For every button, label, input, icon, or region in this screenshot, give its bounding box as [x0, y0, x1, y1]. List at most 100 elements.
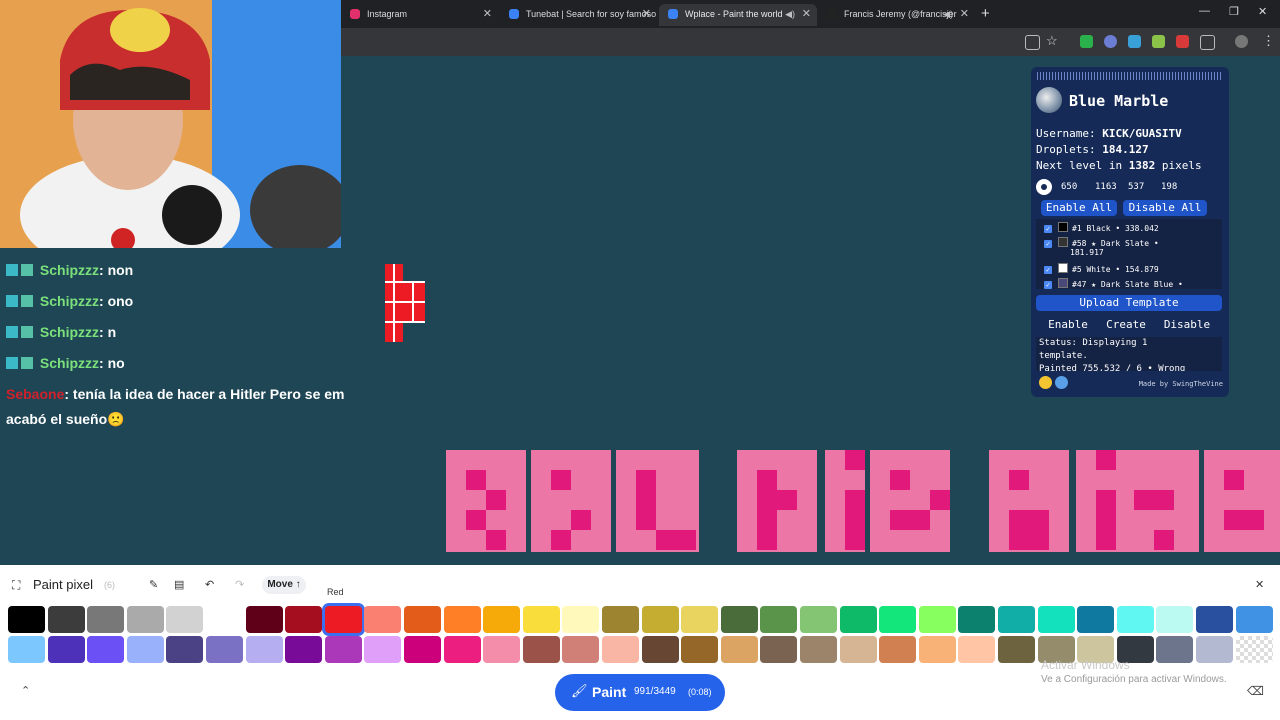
color-swatch[interactable]	[443, 606, 481, 633]
color-swatch[interactable]	[641, 636, 679, 663]
close-icon[interactable]: ✕	[1255, 578, 1264, 591]
coord-tile-y[interactable]: 1163	[1095, 182, 1117, 192]
color-row[interactable]: ✓ #47 ★ Dark Slate Blue •	[1044, 278, 1183, 289]
color-swatch[interactable]	[324, 606, 362, 633]
close-icon[interactable]: ✕	[960, 4, 969, 24]
color-swatch[interactable]	[602, 606, 639, 633]
extension-icon[interactable]	[1080, 35, 1093, 48]
pin-icon[interactable]	[1036, 179, 1052, 195]
extension-icon[interactable]	[1152, 35, 1165, 48]
disable-button[interactable]: Disable	[1158, 317, 1216, 333]
color-swatch[interactable]	[166, 606, 204, 633]
template-pixel-cluster[interactable]	[383, 262, 428, 346]
coffee-icon[interactable]	[1039, 376, 1052, 389]
extension-icon[interactable]	[1128, 35, 1141, 48]
color-swatch[interactable]	[918, 636, 956, 663]
tab-instagram[interactable]: Instagram ✕	[341, 4, 498, 26]
close-icon[interactable]: ✕	[483, 4, 492, 24]
coord-pixel-y[interactable]: 198	[1161, 182, 1177, 192]
color-swatch[interactable]	[879, 636, 917, 663]
color-swatch[interactable]	[285, 606, 323, 633]
checkbox[interactable]: ✓	[1044, 225, 1052, 233]
color-swatch[interactable]	[324, 636, 362, 663]
close-icon[interactable]: ✕	[642, 4, 651, 24]
checkbox[interactable]: ✓	[1044, 266, 1052, 274]
color-swatch[interactable]	[879, 606, 917, 633]
tab-tunebat[interactable]: Tunebat | Search for soy famoso ✕	[500, 4, 657, 26]
color-filter-list[interactable]: ✓ #1 Black • 338.042 ✓ #58 ★ Dark Slate • …	[1036, 219, 1222, 289]
color-swatch[interactable]	[918, 606, 956, 633]
color-swatch[interactable]	[483, 636, 521, 663]
template-icon[interactable]: ▤	[174, 578, 184, 591]
color-swatch[interactable]	[8, 636, 45, 663]
color-swatch[interactable]	[681, 636, 719, 663]
color-row[interactable]: ✓ #5 White • 154.879	[1044, 263, 1159, 274]
color-swatch[interactable]	[166, 636, 204, 663]
extension-icon[interactable]	[1176, 35, 1189, 48]
color-swatch[interactable]	[126, 606, 164, 633]
color-swatch[interactable]	[364, 606, 402, 633]
paint-button[interactable]: 🖌 Paint 991/3449 (0:08)	[555, 674, 725, 711]
color-swatch[interactable]	[1116, 606, 1154, 633]
expand-icon[interactable]: ⛶	[12, 578, 20, 593]
collapse-chevron-icon[interactable]: ⌃	[21, 684, 30, 697]
profile-avatar[interactable]	[1235, 35, 1248, 48]
close-icon[interactable]: ✕	[802, 4, 811, 24]
color-swatch[interactable]	[8, 606, 45, 633]
coord-tile-x[interactable]: 650	[1061, 182, 1077, 192]
bookmark-star-icon[interactable]: ☆	[1046, 33, 1058, 49]
disable-all-button[interactable]: Disable All	[1123, 200, 1207, 216]
color-swatch[interactable]	[87, 606, 125, 633]
extensions-puzzle-icon[interactable]	[1200, 35, 1215, 50]
color-swatch[interactable]	[47, 606, 85, 633]
color-row[interactable]: ✓ #1 Black • 338.042	[1044, 222, 1159, 233]
new-tab-button[interactable]: +	[981, 5, 990, 22]
color-swatch[interactable]	[443, 636, 481, 663]
color-swatch[interactable]	[206, 636, 243, 663]
enable-button[interactable]: Enable	[1043, 317, 1093, 333]
redo-icon[interactable]: ↷	[235, 578, 244, 591]
color-swatch[interactable]	[1235, 606, 1273, 633]
create-button[interactable]: Create	[1101, 317, 1151, 333]
enable-all-button[interactable]: Enable All	[1041, 200, 1117, 216]
window-close-icon[interactable]: ✕	[1258, 5, 1267, 18]
color-swatch[interactable]	[839, 606, 877, 633]
chat-username[interactable]: Schipzzz	[40, 355, 99, 371]
move-button[interactable]: Move ↑	[262, 576, 306, 594]
color-swatch[interactable]	[364, 636, 402, 663]
color-swatch[interactable]	[1196, 606, 1233, 633]
color-swatch[interactable]	[206, 606, 243, 633]
tab-francis[interactable]: Francis Jeremy (@francisjer ◀) ✕	[818, 4, 975, 26]
color-swatch[interactable]	[998, 636, 1035, 663]
speaker-icon[interactable]: ◀)	[943, 4, 953, 24]
color-swatch[interactable]	[681, 606, 719, 633]
color-row[interactable]: ✓ #58 ★ Dark Slate •	[1044, 237, 1159, 248]
chat-username[interactable]: Schipzzz	[40, 262, 99, 278]
color-swatch[interactable]	[839, 636, 877, 663]
color-swatch[interactable]	[404, 636, 441, 663]
pencil-icon[interactable]: ✎	[149, 578, 158, 591]
color-swatch[interactable]	[126, 636, 164, 663]
color-swatch[interactable]	[602, 636, 639, 663]
color-swatch[interactable]	[522, 606, 560, 633]
color-swatch[interactable]	[760, 636, 798, 663]
checkbox[interactable]: ✓	[1044, 240, 1052, 248]
color-swatch[interactable]	[562, 606, 600, 633]
extension-icon[interactable]	[1104, 35, 1117, 48]
undo-icon[interactable]: ↶	[205, 578, 214, 591]
color-swatch[interactable]	[87, 636, 125, 663]
color-swatch[interactable]	[245, 606, 283, 633]
color-swatch[interactable]	[404, 606, 441, 633]
chat-username[interactable]: Sebaone	[6, 386, 64, 402]
color-swatch[interactable]	[958, 636, 996, 663]
color-swatch[interactable]	[1235, 636, 1273, 663]
color-swatch[interactable]	[800, 606, 837, 633]
drag-handle[interactable]	[1037, 72, 1223, 80]
eraser-icon[interactable]: ⌫	[1247, 684, 1264, 698]
minimize-icon[interactable]: —	[1199, 5, 1210, 17]
color-swatch[interactable]	[47, 636, 85, 663]
restore-icon[interactable]: ❐	[1229, 5, 1239, 18]
install-icon[interactable]	[1025, 35, 1040, 50]
color-swatch[interactable]	[958, 606, 996, 633]
color-swatch[interactable]	[522, 636, 560, 663]
